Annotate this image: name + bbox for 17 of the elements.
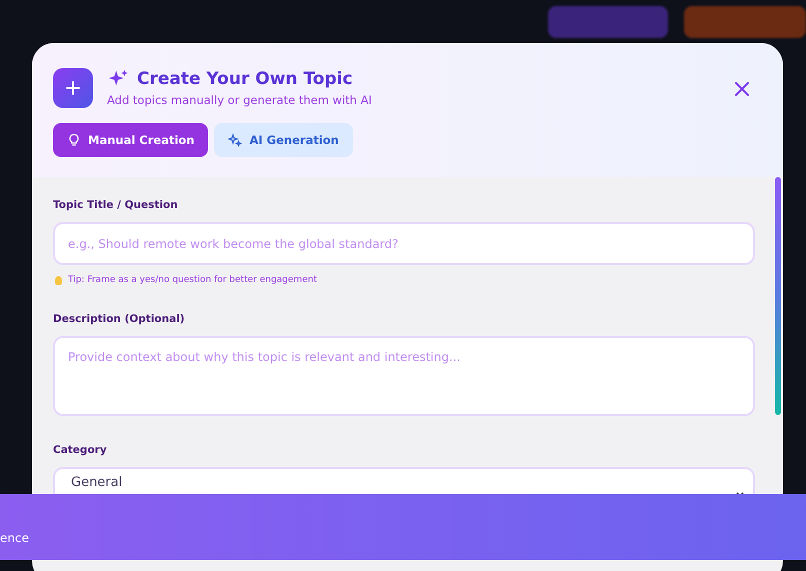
text-area[interactable]: Provide context about why this topic is relevant and interesting...: [53, 336, 755, 416]
field-label: Topic Title / Question: [53, 199, 179, 211]
add-icon: [53, 68, 93, 108]
footer-text: ence: [0, 531, 29, 545]
input-field[interactable]: e.g., Should remote work become the global standard?: [53, 222, 755, 265]
scrollbar-thumb[interactable]: [775, 177, 781, 415]
mode-tab[interactable]: Manual Creation: [53, 123, 208, 157]
modal-title: Create Your Own Topic: [137, 69, 353, 89]
modal-subtitle: Add topics manually or generate them with AI: [107, 93, 373, 107]
bulb-icon: [55, 276, 62, 284]
mode-tab[interactable]: AI Generation: [214, 123, 353, 157]
close-icon: [735, 82, 749, 96]
lightbulb-icon: [67, 133, 81, 147]
tip-text: Tip: Frame as a yes/no question for better engagement: [68, 275, 317, 285]
sparkles-icon: [228, 133, 242, 147]
field-label: Description (Optional): [53, 313, 186, 325]
field-label: Category: [53, 444, 108, 456]
